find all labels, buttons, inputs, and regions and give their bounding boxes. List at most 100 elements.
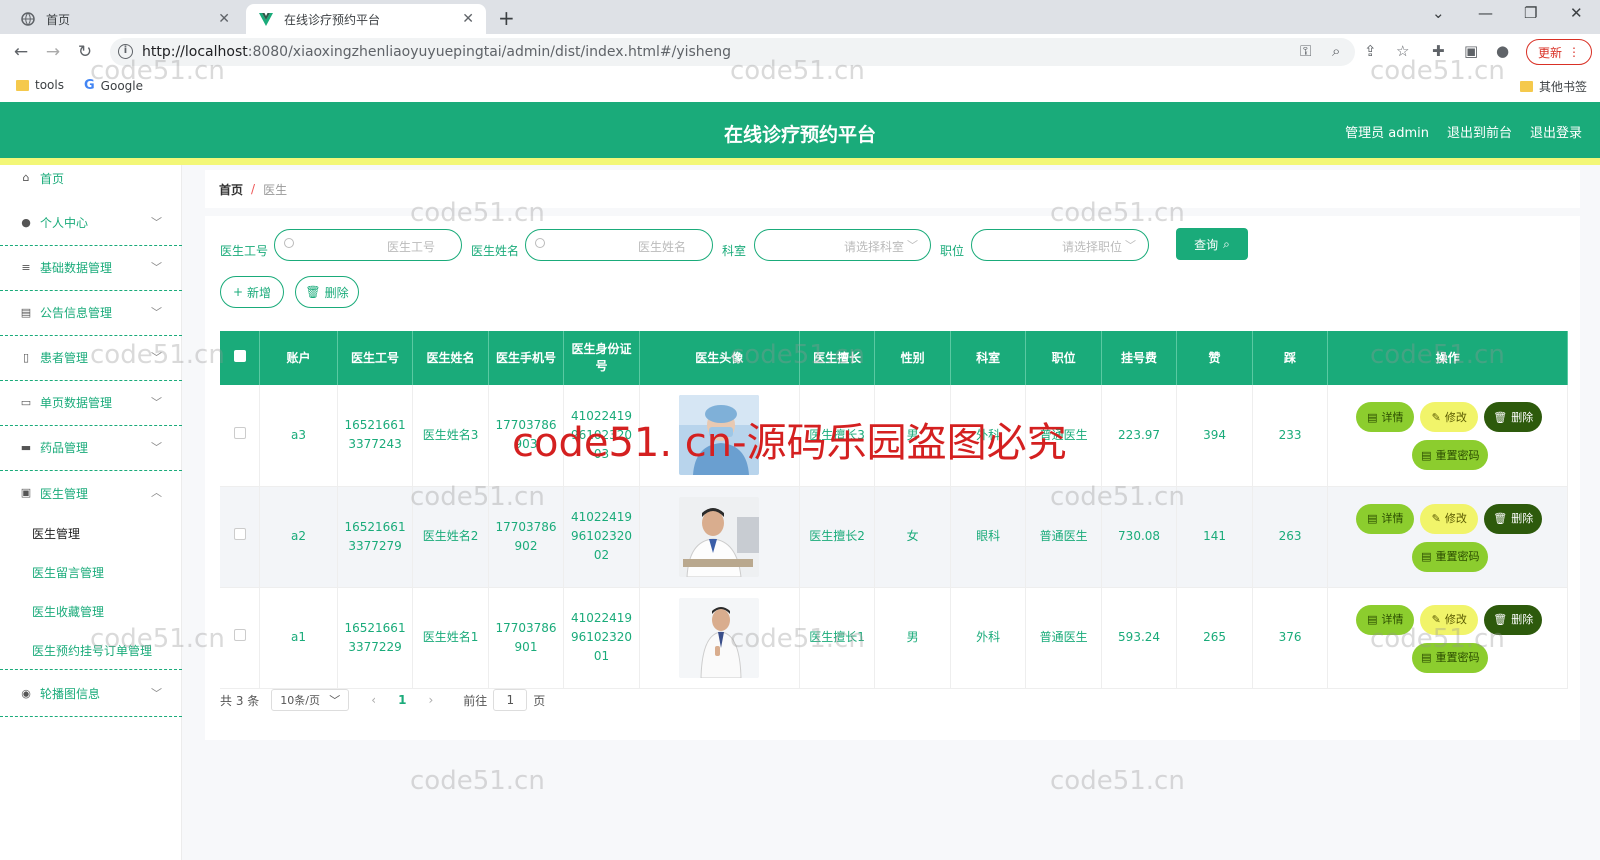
sidebar-item-carousel[interactable]: ◉ 轮播图信息 ﹀	[0, 671, 182, 717]
delete-button[interactable]: 🗑 删除	[1484, 503, 1543, 534]
prev-page-icon[interactable]: ‹	[371, 693, 376, 707]
exit-to-front-link[interactable]: 退出到前台	[1447, 122, 1512, 141]
detail-button[interactable]: ▤ 详情	[1356, 402, 1415, 433]
sidebar-item-label: 公告信息管理	[40, 306, 113, 320]
trash-icon: 🗑	[305, 285, 321, 299]
close-icon[interactable]: ✕	[462, 11, 474, 27]
admin-user-link[interactable]: 管理员 admin	[1345, 122, 1429, 141]
row-checkbox[interactable]	[220, 486, 261, 588]
submenu-doctor-appointment[interactable]: 医生预约挂号订单管理	[32, 642, 152, 659]
search-button[interactable]: 查询 ⌕	[1176, 228, 1248, 260]
next-page-icon[interactable]: ›	[428, 693, 433, 707]
back-icon[interactable]: ←	[10, 41, 32, 63]
dept-select[interactable]: 请选择科室 ﹀	[754, 229, 931, 261]
key-icon[interactable]: ⚿	[1300, 42, 1311, 60]
col-account: 账户	[259, 331, 338, 385]
browser-tab-active[interactable]: 在线诊疗预约平台 ✕	[246, 4, 486, 34]
cell-avatar	[639, 587, 800, 689]
profile-icon[interactable]: ●	[1496, 42, 1509, 60]
edit-button[interactable]: ✎ 修改	[1420, 503, 1479, 534]
watermark: code51.cn	[1050, 766, 1185, 796]
reset-password-label: 重置密码	[1435, 448, 1480, 462]
extensions-icon[interactable]: ✚	[1432, 42, 1445, 60]
sidebar-item-patient[interactable]: ▯ 患者管理 ﹀	[0, 335, 182, 381]
bookmark-tools[interactable]: tools	[16, 78, 64, 92]
update-button[interactable]: 更新 ⋮	[1526, 39, 1592, 65]
page-number-current[interactable]: 1	[398, 693, 406, 707]
col-avatar: 医生头像	[639, 331, 800, 385]
submenu-doctor-manage[interactable]: 医生管理	[32, 525, 80, 542]
sidepanel-icon[interactable]: ▣	[1464, 42, 1478, 60]
delete-button[interactable]: 🗑 删除	[1484, 402, 1543, 433]
sidebar-item-doctor[interactable]: ▣ 医生管理 ︿	[0, 470, 182, 516]
detail-button[interactable]: ▤ 详情	[1356, 604, 1415, 635]
row-checkbox[interactable]	[220, 385, 261, 487]
cell-id-card: 410224199610232003	[563, 385, 640, 487]
sidebar-item-single-page[interactable]: ▭ 单页数据管理 ﹀	[0, 380, 182, 426]
submenu-doctor-message[interactable]: 医生留言管理	[32, 564, 104, 581]
pencil-icon: ✎	[1431, 613, 1441, 626]
browser-tab-home[interactable]: 首页 ✕	[8, 4, 242, 34]
chevron-down-icon: ﹀	[329, 694, 341, 707]
bookmark-google[interactable]: G Google	[84, 78, 143, 93]
page-suffix: 页	[533, 693, 546, 708]
sidebar-item-label: 患者管理	[40, 351, 89, 365]
reset-password-button[interactable]: ▤ 重置密码	[1412, 541, 1489, 572]
row-checkbox[interactable]	[220, 587, 261, 689]
cell-id-card: 410224199610232001	[563, 587, 640, 689]
add-button[interactable]: + 新增	[220, 276, 284, 308]
sidebar-item-medicine[interactable]: ▬ 药品管理 ﹀	[0, 425, 182, 471]
star-icon[interactable]: ☆	[1396, 42, 1409, 60]
sidebar-item-base-data[interactable]: ≡ 基础数据管理 ﹀	[0, 245, 182, 291]
batch-delete-button[interactable]: 🗑 删除	[295, 276, 359, 308]
cell-gender: 男	[874, 587, 951, 689]
chevron-down-icon[interactable]: ⌄	[1432, 4, 1445, 22]
goto-label: 前往	[463, 693, 488, 708]
col-position: 职位	[1025, 331, 1102, 385]
cell-dislikes: 233	[1252, 385, 1329, 487]
submenu-doctor-favorite[interactable]: 医生收藏管理	[32, 603, 104, 620]
info-icon[interactable]: i	[118, 44, 133, 59]
reset-password-button[interactable]: ▤ 重置密码	[1412, 440, 1489, 471]
detail-button[interactable]: ▤ 详情	[1356, 503, 1415, 534]
reload-icon[interactable]: ↻	[74, 41, 96, 63]
sidebar-item-home[interactable]: ⌂ 首页	[0, 155, 182, 201]
goto-page-input[interactable]: 1	[493, 689, 528, 711]
zoom-icon[interactable]: ⌕	[1332, 42, 1340, 60]
delete-button[interactable]: 🗑 删除	[1484, 604, 1543, 635]
chevron-down-icon: ﹀	[907, 239, 918, 252]
select-all-checkbox[interactable]	[220, 331, 261, 385]
page-icon: ▭	[20, 395, 32, 409]
sidebar-item-personal[interactable]: ● 个人中心 ﹀	[0, 200, 182, 246]
delete-label: 删除	[1511, 410, 1534, 424]
close-icon[interactable]: ✕	[218, 11, 230, 27]
minimize-icon[interactable]: —	[1478, 4, 1493, 22]
doctor-name-input[interactable]: 医生姓名	[525, 229, 713, 261]
url-text[interactable]: http://localhost:8080/xiaoxingzhenliaoyu…	[142, 44, 731, 60]
chevron-down-icon: ﹀	[151, 396, 162, 409]
table-row: a2 165216613377279 医生姓名2 17703786902 410…	[220, 486, 1568, 588]
other-bookmarks[interactable]: 其他书签	[1520, 78, 1587, 95]
page-size-select[interactable]: 10条/页 ﹀	[271, 689, 350, 711]
sidebar-item-notice[interactable]: ▤ 公告信息管理 ﹀	[0, 290, 182, 336]
reset-password-button[interactable]: ▤ 重置密码	[1412, 642, 1489, 673]
restore-icon[interactable]: ❐	[1524, 4, 1537, 22]
address-bar[interactable]: i http://localhost:8080/xiaoxingzhenliao…	[110, 38, 1355, 66]
share-icon[interactable]: ⇪	[1364, 42, 1377, 60]
breadcrumb-home[interactable]: 首页	[219, 181, 243, 198]
doctor-avatar-image[interactable]	[679, 395, 760, 476]
new-tab-icon[interactable]: +	[498, 6, 515, 30]
doctor-avatar-image[interactable]	[679, 496, 760, 577]
breadcrumb-separator: /	[251, 182, 256, 196]
chevron-down-icon: ﹀	[151, 687, 162, 700]
doctor-avatar-image[interactable]	[679, 597, 760, 678]
logout-link[interactable]: 退出登录	[1530, 122, 1582, 141]
forward-icon[interactable]: →	[42, 41, 64, 63]
doctor-no-input[interactable]: 医生工号	[274, 229, 462, 261]
edit-button[interactable]: ✎ 修改	[1420, 604, 1479, 635]
chevron-down-icon: ﹀	[151, 261, 162, 274]
title-select[interactable]: 请选择职位 ﹀	[971, 229, 1149, 261]
window-close-icon[interactable]: ✕	[1570, 4, 1583, 22]
edit-button[interactable]: ✎ 修改	[1420, 402, 1479, 433]
doctor-name-label: 医生姓名	[471, 244, 520, 258]
